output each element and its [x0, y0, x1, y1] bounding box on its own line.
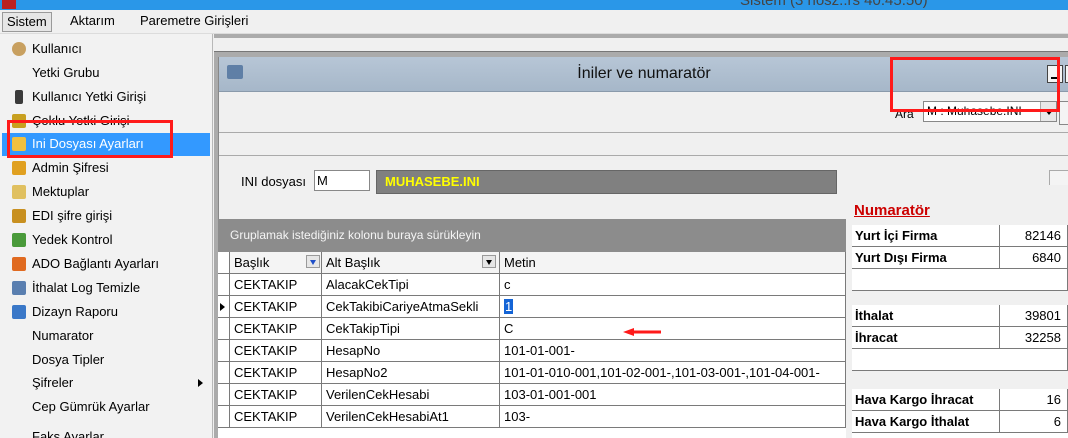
- menu-item-dizayn-raporu[interactable]: Dizayn Raporu: [2, 301, 210, 324]
- table-cell[interactable]: VerilenCekHesabi: [322, 384, 500, 406]
- table-cell[interactable]: 101-01-001-: [500, 340, 846, 362]
- edi-key-icon: [12, 209, 26, 223]
- menu-item-faks-ayarlar[interactable]: Faks Ayarlar: [2, 426, 210, 438]
- ini-data-grid: Başlık Alt Başlık Metin CEKTAKIP AlacakC…: [218, 252, 846, 438]
- user-key-icon: [15, 90, 23, 104]
- numarator-row[interactable]: Yurt Dışı Firma 6840: [852, 247, 1068, 269]
- ini-filename-display: MUHASEBE.INI: [376, 170, 837, 194]
- selected-cell-text[interactable]: 1: [504, 299, 514, 314]
- menu-aktarim[interactable]: Aktarım: [66, 12, 119, 32]
- menu-item-edi-sifre-girisi[interactable]: EDI şifre girişi: [2, 205, 210, 228]
- menu-item-yetki-grubu[interactable]: Yetki Grubu: [2, 62, 210, 85]
- app-icon: [2, 0, 16, 9]
- numarator-panel: Numaratör Yurt İçi Firma 82146 Yurt Dışı…: [848, 185, 1068, 438]
- column-header-baslik[interactable]: Başlık: [230, 252, 322, 274]
- menu-item-ado-baglanti-ayarlari[interactable]: ADO Bağlantı Ayarları: [2, 253, 210, 276]
- numarator-row[interactable]: Hava Kargo İthalat 6: [852, 411, 1068, 433]
- menu-item-admin-sifresi[interactable]: Admin Şifresi: [2, 157, 210, 180]
- submenu-arrow-icon: [198, 379, 203, 387]
- row-indicator[interactable]: [218, 274, 230, 296]
- table-cell[interactable]: CekTakipTipi: [322, 318, 500, 340]
- toolbar-edge-button[interactable]: [1059, 101, 1068, 125]
- numarator-empty-row: [852, 349, 1068, 371]
- numarator-table-1: Yurt İçi Firma 82146 Yurt Dışı Firma 684…: [852, 225, 1068, 291]
- title-bar: Sistem (3 riosz..rs 40.45.50): [0, 0, 1068, 10]
- row-indicator[interactable]: [218, 318, 230, 340]
- numarator-table-3: Hava Kargo İhracat 16 Hava Kargo İthalat…: [852, 389, 1068, 438]
- ini-dosyasi-input[interactable]: M: [314, 170, 370, 191]
- table-cell[interactable]: HesapNo2: [322, 362, 500, 384]
- table-cell[interactable]: CekTakibiCariyeAtmaSekli: [322, 296, 500, 318]
- table-cell[interactable]: 103-01-001-001: [500, 384, 846, 406]
- connection-icon: [12, 257, 26, 271]
- column-header-alt-baslik[interactable]: Alt Başlık: [322, 252, 500, 274]
- filter-dropdown-icon[interactable]: [482, 255, 496, 268]
- table-cell[interactable]: HesapNo: [322, 340, 500, 362]
- sistem-dropdown-menu: Kullanıcı Yetki Grubu Kullanıcı Yetki Gi…: [0, 34, 213, 438]
- key-icon: [12, 161, 26, 175]
- ini-dosyasi-label: INI dosyası: [241, 174, 307, 189]
- table-cell[interactable]: CEKTAKIP: [230, 296, 322, 318]
- menu-item-kullanici[interactable]: Kullanıcı: [2, 38, 210, 61]
- table-cell[interactable]: 103-: [500, 406, 846, 428]
- row-indicator[interactable]: [218, 406, 230, 428]
- highlight-box-ara: [890, 57, 1060, 112]
- parent-toolbar-strip: [214, 38, 1068, 52]
- table-cell[interactable]: C: [500, 318, 846, 340]
- numarator-row[interactable]: Yurt İçi Firma 82146: [852, 225, 1068, 247]
- menu-bar: Sistem Aktarım Paremetre Girişleri: [0, 10, 1068, 34]
- filter-dropdown-icon[interactable]: [306, 255, 320, 268]
- menu-item-mektuplar[interactable]: Mektuplar: [2, 181, 210, 204]
- menu-item-yedek-kontrol[interactable]: Yedek Kontrol: [2, 229, 210, 252]
- menu-parametre-girisleri[interactable]: Paremetre Girişleri: [136, 12, 252, 32]
- backup-icon: [12, 233, 26, 247]
- menu-item-cep-gumruk-ayarlar[interactable]: Cep Gümrük Ayarlar: [2, 396, 210, 419]
- numarator-table-2: İthalat 39801 İhracat 32258: [852, 305, 1068, 371]
- table-cell[interactable]: AlacakCekTipi: [322, 274, 500, 296]
- clean-log-icon: [12, 281, 26, 295]
- column-header-metin[interactable]: Metin: [500, 252, 846, 274]
- user-icon: [12, 42, 26, 56]
- row-indicator[interactable]: [218, 340, 230, 362]
- window-title: Sistem (3 riosz..rs 40.45.50): [740, 0, 928, 9]
- row-indicator[interactable]: [218, 362, 230, 384]
- table-cell[interactable]: CEKTAKIP: [230, 384, 322, 406]
- table-cell[interactable]: CEKTAKIP: [230, 318, 322, 340]
- numarator-row[interactable]: İhracat 32258: [852, 327, 1068, 349]
- menu-item-kullanici-yetki-girisi[interactable]: Kullanıcı Yetki Girişi: [2, 86, 210, 109]
- red-arrow-icon: [623, 328, 661, 336]
- numarator-empty-row: [852, 269, 1068, 291]
- table-cell-editing[interactable]: 1: [500, 296, 846, 318]
- numarator-row[interactable]: Hava Kargo İhracat 16: [852, 389, 1068, 411]
- current-row-indicator[interactable]: [218, 296, 230, 318]
- table-cell[interactable]: c: [500, 274, 846, 296]
- group-by-panel[interactable]: Gruplamak istediğiniz kolonu buraya sürü…: [218, 219, 846, 252]
- table-cell[interactable]: VerilenCekHesabiAt1: [322, 406, 500, 428]
- highlight-box-ini-menu: [7, 120, 173, 158]
- report-icon: [12, 305, 26, 319]
- table-cell[interactable]: CEKTAKIP: [230, 406, 322, 428]
- menu-item-dosya-tipler[interactable]: Dosya Tipler: [2, 349, 210, 372]
- menu-item-sifreler[interactable]: Şifreler: [2, 372, 210, 395]
- table-cell[interactable]: CEKTAKIP: [230, 362, 322, 384]
- row-indicator-header: [218, 252, 230, 274]
- letter-icon: [12, 185, 26, 199]
- table-cell[interactable]: 101-01-010-001,101-02-001-,101-03-001-,1…: [500, 362, 846, 384]
- menu-item-ithalat-log-temizle[interactable]: İthalat Log Temizle: [2, 277, 210, 300]
- table-cell[interactable]: CEKTAKIP: [230, 340, 322, 362]
- table-cell[interactable]: CEKTAKIP: [230, 274, 322, 296]
- row-indicator[interactable]: [218, 384, 230, 406]
- menu-item-numarator[interactable]: Numarator: [2, 325, 210, 348]
- menu-sistem[interactable]: Sistem: [2, 12, 52, 32]
- numarator-title: Numaratör: [854, 202, 930, 219]
- numarator-row[interactable]: İthalat 39801: [852, 305, 1068, 327]
